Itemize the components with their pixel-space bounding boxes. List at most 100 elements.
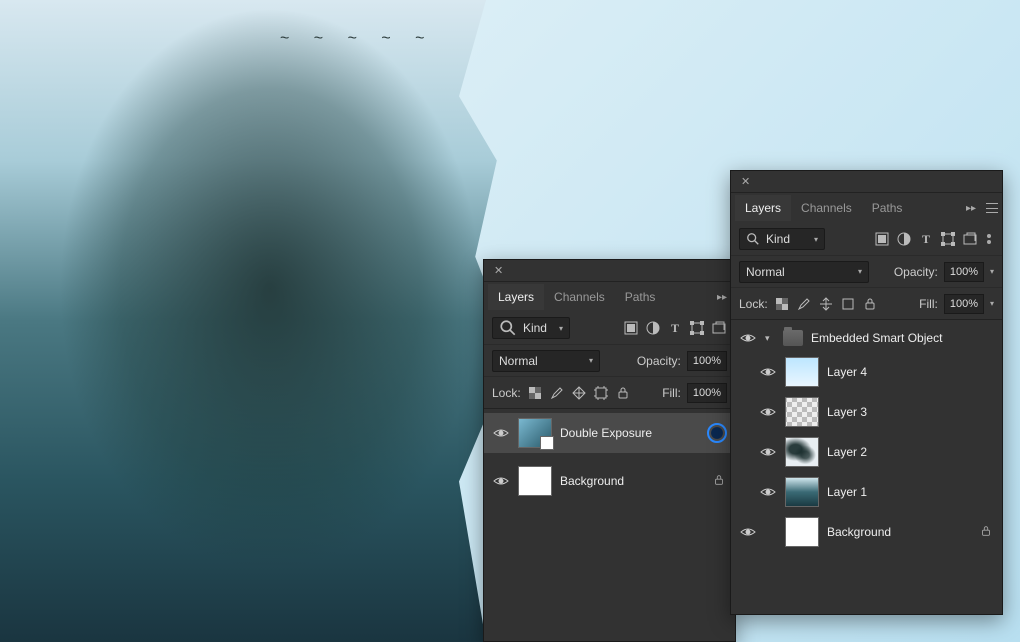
lock-icon[interactable] bbox=[713, 474, 727, 489]
blend-mode-dropdown[interactable]: Normal ▾ bbox=[492, 350, 600, 372]
layer-name[interactable]: Layer 1 bbox=[827, 485, 994, 499]
filter-adjustment-icon[interactable] bbox=[896, 231, 912, 247]
filter-kind-label: Kind bbox=[766, 232, 790, 246]
lock-row: Lock: Fill: 100% ▾ bbox=[731, 287, 1002, 319]
group-name[interactable]: Embedded Smart Object bbox=[811, 331, 994, 345]
layer-row[interactable]: Layer 3 bbox=[731, 392, 1002, 432]
tab-paths[interactable]: Paths bbox=[862, 195, 913, 221]
layer-name[interactable]: Layer 4 bbox=[827, 365, 994, 379]
layer-thumbnail[interactable] bbox=[785, 477, 819, 507]
layer-name[interactable]: Layer 2 bbox=[827, 445, 994, 459]
filter-type-icon[interactable]: T bbox=[667, 320, 683, 336]
lock-all-icon[interactable] bbox=[615, 385, 631, 401]
filter-row: Kind ▾ T bbox=[731, 223, 1002, 255]
fill-input[interactable]: 100% bbox=[944, 294, 984, 314]
lock-position-icon[interactable] bbox=[571, 385, 587, 401]
filter-pixel-icon[interactable] bbox=[874, 231, 890, 247]
visibility-toggle[interactable] bbox=[759, 363, 777, 381]
lock-brush-icon[interactable] bbox=[549, 385, 565, 401]
filter-toggle-switch[interactable] bbox=[984, 234, 994, 244]
folder-icon bbox=[783, 330, 803, 346]
filter-type-icon[interactable]: T bbox=[918, 231, 934, 247]
lock-brush-icon[interactable] bbox=[796, 296, 812, 312]
visibility-toggle[interactable] bbox=[492, 424, 510, 442]
layer-name[interactable]: Double Exposure bbox=[560, 426, 699, 440]
lock-all-icon[interactable] bbox=[862, 296, 878, 312]
tab-channels[interactable]: Channels bbox=[791, 195, 862, 221]
cloud-badge-icon[interactable] bbox=[707, 423, 727, 443]
filter-kind-dropdown[interactable]: Kind ▾ bbox=[492, 317, 570, 339]
layers-list: ▾ Embedded Smart Object Layer 4 Layer 3 … bbox=[731, 319, 1002, 614]
filter-smartobject-icon[interactable] bbox=[711, 320, 727, 336]
eye-icon bbox=[740, 330, 756, 346]
collapse-icon[interactable]: ▸▸ bbox=[713, 292, 731, 303]
filter-pixel-icon[interactable] bbox=[623, 320, 639, 336]
visibility-toggle[interactable] bbox=[759, 403, 777, 421]
disclosure-triangle-icon[interactable]: ▾ bbox=[765, 333, 775, 344]
chevron-down-icon: ▾ bbox=[559, 324, 563, 333]
blend-mode-dropdown[interactable]: Normal ▾ bbox=[739, 261, 869, 283]
tab-layers[interactable]: Layers bbox=[488, 284, 544, 310]
filter-shape-icon[interactable] bbox=[940, 231, 956, 247]
layer-thumbnail[interactable] bbox=[785, 517, 819, 547]
panel-titlebar[interactable]: ✕ bbox=[731, 171, 1002, 193]
filter-shape-icon[interactable] bbox=[689, 320, 705, 336]
visibility-toggle[interactable] bbox=[739, 523, 757, 541]
lock-icon[interactable] bbox=[980, 525, 994, 540]
layer-name[interactable]: Layer 3 bbox=[827, 405, 994, 419]
fill-input[interactable]: 100% bbox=[687, 383, 727, 403]
filter-smartobject-icon[interactable] bbox=[962, 231, 978, 247]
search-icon bbox=[746, 232, 760, 246]
opacity-label: Opacity: bbox=[637, 354, 681, 368]
eye-icon bbox=[740, 524, 756, 540]
layers-panel-right: ✕ Layers Channels Paths ▸▸ Kind ▾ T Norm… bbox=[730, 170, 1003, 615]
panel-menu-icon[interactable] bbox=[986, 203, 998, 213]
layer-name[interactable]: Background bbox=[827, 525, 972, 539]
panel-tabs: Layers Channels Paths ▸▸ bbox=[484, 282, 735, 312]
chevron-down-icon: ▾ bbox=[814, 235, 818, 244]
filter-adjustment-icon[interactable] bbox=[645, 320, 661, 336]
layer-row[interactable]: Layer 1 bbox=[731, 472, 1002, 512]
visibility-toggle[interactable] bbox=[739, 329, 757, 347]
layers-list: Double Exposure Background bbox=[484, 408, 735, 641]
layer-thumbnail[interactable] bbox=[785, 357, 819, 387]
layer-thumbnail[interactable] bbox=[785, 437, 819, 467]
layer-row[interactable]: Double Exposure bbox=[484, 413, 735, 453]
layer-name[interactable]: Background bbox=[560, 474, 705, 488]
layer-thumbnail[interactable] bbox=[518, 418, 552, 448]
lock-transparency-icon[interactable] bbox=[527, 385, 543, 401]
eye-icon bbox=[760, 364, 776, 380]
tab-paths[interactable]: Paths bbox=[615, 284, 666, 310]
layer-thumbnail[interactable] bbox=[785, 397, 819, 427]
eye-icon bbox=[493, 473, 509, 489]
visibility-toggle[interactable] bbox=[492, 472, 510, 490]
layer-thumbnail[interactable] bbox=[518, 466, 552, 496]
opacity-input[interactable]: 100% bbox=[944, 262, 984, 282]
lock-row: Lock: Fill: 100% bbox=[484, 376, 735, 408]
chevron-down-icon[interactable]: ▾ bbox=[990, 299, 994, 308]
lock-position-icon[interactable] bbox=[818, 296, 834, 312]
close-icon[interactable]: ✕ bbox=[737, 175, 754, 188]
layer-row[interactable]: Background bbox=[731, 512, 1002, 552]
visibility-toggle[interactable] bbox=[759, 443, 777, 461]
filter-kind-dropdown[interactable]: Kind ▾ bbox=[739, 228, 825, 250]
panel-tabs: Layers Channels Paths ▸▸ bbox=[731, 193, 1002, 223]
eye-icon bbox=[493, 425, 509, 441]
visibility-toggle[interactable] bbox=[759, 483, 777, 501]
chevron-down-icon[interactable]: ▾ bbox=[990, 267, 994, 276]
tab-channels[interactable]: Channels bbox=[544, 284, 615, 310]
layer-group-row[interactable]: ▾ Embedded Smart Object bbox=[731, 324, 1002, 352]
lock-transparency-icon[interactable] bbox=[774, 296, 790, 312]
collapse-icon[interactable]: ▸▸ bbox=[962, 203, 980, 214]
canvas-artwork: ~ ~ ~ ~ ~ bbox=[0, 0, 540, 642]
blend-mode-value: Normal bbox=[746, 265, 785, 279]
opacity-input[interactable]: 100% bbox=[687, 351, 727, 371]
layer-row[interactable]: Layer 4 bbox=[731, 352, 1002, 392]
tab-layers[interactable]: Layers bbox=[735, 195, 791, 221]
lock-artboard-icon[interactable] bbox=[593, 385, 609, 401]
panel-titlebar[interactable]: ✕ bbox=[484, 260, 735, 282]
lock-artboard-icon[interactable] bbox=[840, 296, 856, 312]
layer-row[interactable]: Layer 2 bbox=[731, 432, 1002, 472]
close-icon[interactable]: ✕ bbox=[490, 264, 507, 277]
layer-row[interactable]: Background bbox=[484, 461, 735, 501]
